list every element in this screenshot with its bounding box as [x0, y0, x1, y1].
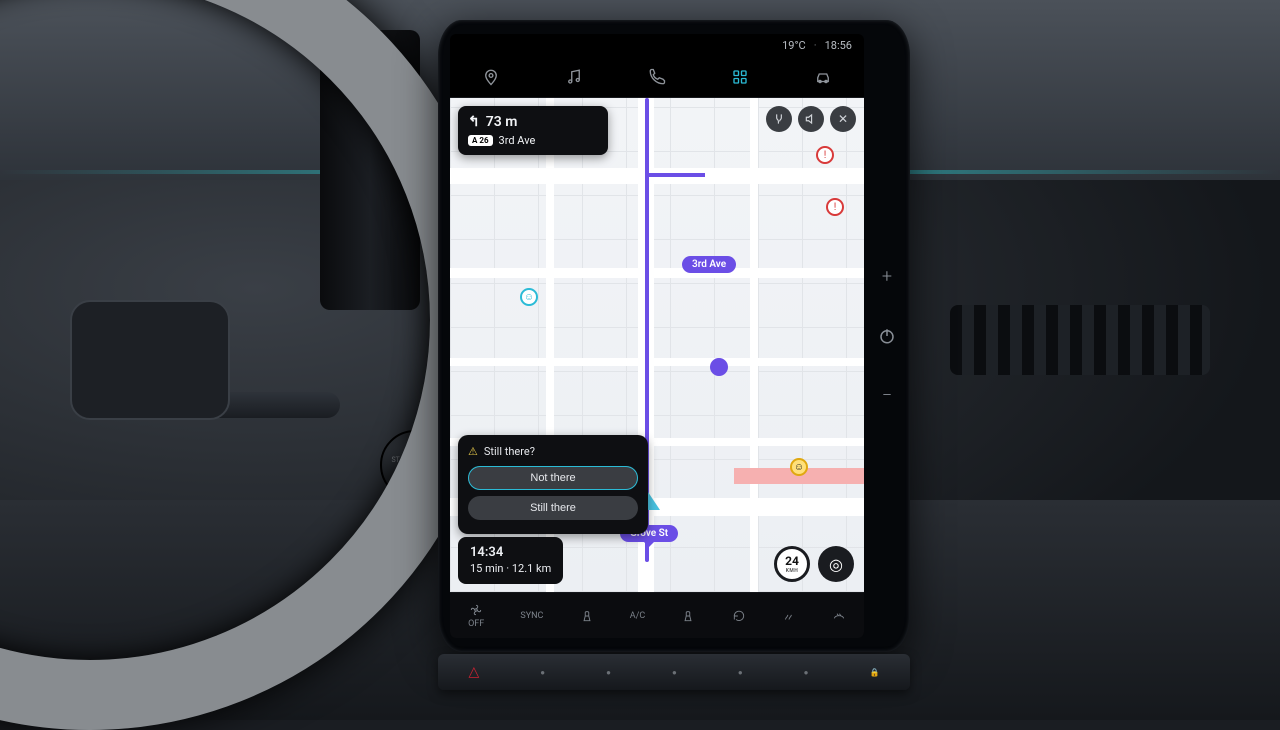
infotainment-bezel: + − 19°C · 18:56: [438, 20, 910, 652]
climate-recirc-button[interactable]: [732, 609, 746, 623]
fan-icon: [469, 603, 483, 617]
side-hardware-controls: + −: [872, 266, 902, 406]
climate-defrost-button[interactable]: [832, 609, 846, 623]
nav-location-button[interactable]: [467, 56, 515, 98]
physical-button[interactable]: ●: [540, 668, 545, 677]
eta-arrival-time: 14:34: [470, 545, 551, 562]
map-pin-icon: [482, 68, 500, 86]
climate-off-label: OFF: [468, 619, 484, 629]
street-label-current: 3rd Ave: [682, 256, 736, 273]
status-bar: 19°C · 18:56: [450, 34, 864, 56]
nav-phone-button[interactable]: [633, 56, 681, 98]
apps-grid-icon: [731, 68, 749, 86]
hazard-pin[interactable]: !: [826, 198, 844, 216]
climate-seat-left-button[interactable]: [580, 609, 594, 623]
eta-distance: 12.1 km: [512, 562, 551, 575]
navigation-map[interactable]: 3rd Ave Grove St ! ! ☺ ☺ ↰ 73 m A 26 3rd…: [450, 98, 864, 592]
road: [450, 358, 864, 366]
map-controls: ✕: [766, 106, 856, 132]
physical-button[interactable]: ●: [672, 668, 677, 677]
car-icon: [814, 68, 832, 86]
physical-button-row: △ ● ● ● ● ● 🔒: [438, 654, 910, 690]
seat-heat-icon: [681, 609, 695, 623]
physical-button[interactable]: ●: [738, 668, 743, 677]
turn-street: 3rd Ave: [499, 134, 536, 147]
climate-sync-label: SYNC: [520, 611, 543, 621]
climate-fan-button[interactable]: OFF: [468, 603, 484, 629]
report-pin[interactable]: ☺: [790, 458, 808, 476]
speed-indicator: 24 KMH: [774, 546, 810, 582]
outside-temperature: 19°C: [782, 39, 806, 52]
steering-hub: [70, 300, 230, 420]
air-vent-right: [950, 305, 1210, 375]
hazard-pin[interactable]: !: [816, 146, 834, 164]
volume-down-button[interactable]: −: [882, 385, 892, 406]
close-nav-button[interactable]: ✕: [830, 106, 856, 132]
hazard-lights-button[interactable]: △: [469, 664, 480, 680]
status-separator: ·: [814, 39, 817, 52]
turn-distance: 73 m: [486, 114, 518, 130]
lock-button[interactable]: 🔒: [870, 668, 880, 677]
branch-icon: [772, 112, 786, 126]
recirculation-icon: [732, 609, 746, 623]
physical-button[interactable]: ●: [606, 668, 611, 677]
turn-instruction-card: ↰ 73 m A 26 3rd Ave: [458, 106, 608, 155]
speed-value: 24: [785, 554, 799, 568]
recenter-button[interactable]: ◎: [818, 546, 854, 582]
infotainment-screen: 19°C · 18:56: [450, 34, 864, 638]
prompt-question: Still there?: [468, 445, 638, 458]
prompt-option-still-there[interactable]: Still there: [468, 496, 638, 520]
power-button[interactable]: [878, 327, 896, 345]
speed-unit: KMH: [786, 568, 799, 574]
phone-icon: [648, 68, 666, 86]
nav-music-button[interactable]: [550, 56, 598, 98]
road-badge: A 26: [468, 135, 493, 146]
top-nav-bar: [450, 56, 864, 98]
wazer-pin[interactable]: ☺: [520, 288, 538, 306]
climate-ac-button[interactable]: A/C: [630, 611, 645, 621]
defrost-icon: [832, 609, 846, 623]
road: [450, 268, 864, 278]
mute-button[interactable]: [798, 106, 824, 132]
climate-ac-label: A/C: [630, 611, 645, 621]
seat-heat-icon: [580, 609, 594, 623]
climate-bar: OFF SYNC A/C: [450, 592, 864, 638]
alt-routes-button[interactable]: [766, 106, 792, 132]
climate-airflow-button[interactable]: [782, 609, 796, 623]
eta-panel[interactable]: 14:34 15 min · 12.1 km: [458, 537, 563, 584]
eta-duration: 15 min: [470, 562, 504, 575]
airflow-icon: [782, 609, 796, 623]
nav-apps-button[interactable]: [716, 56, 764, 98]
climate-sync-button[interactable]: SYNC: [520, 611, 543, 621]
climate-seat-right-button[interactable]: [681, 609, 695, 623]
speaker-icon: [804, 112, 818, 126]
nav-vehicle-button[interactable]: [799, 56, 847, 98]
music-note-icon: [565, 68, 583, 86]
wazer-pin[interactable]: [710, 358, 728, 376]
turn-arrow-icon: ↰: [468, 114, 480, 130]
clock: 18:56: [825, 39, 852, 52]
road: [750, 98, 758, 592]
hazard-prompt: Still there? Not there Still there: [458, 435, 648, 534]
physical-button[interactable]: ●: [804, 668, 809, 677]
volume-up-button[interactable]: +: [882, 266, 892, 287]
prompt-option-not-there[interactable]: Not there: [468, 466, 638, 490]
